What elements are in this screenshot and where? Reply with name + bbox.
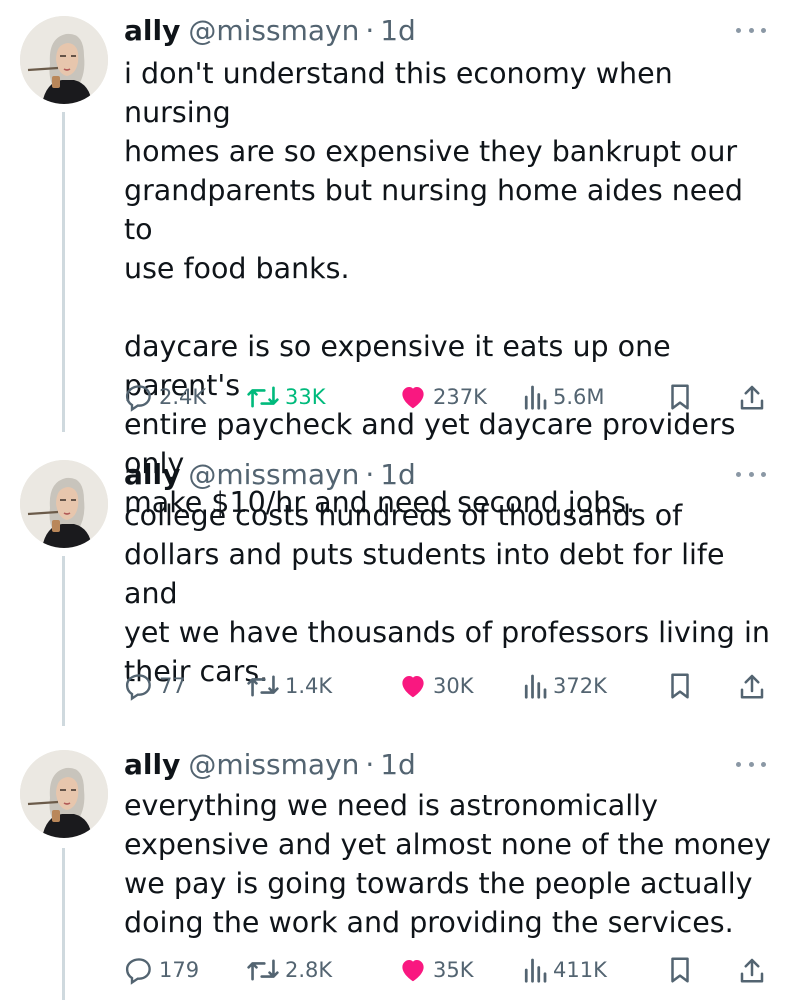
tweet[interactable]: ally @missmayn · 1d college costs hundre… [0,454,788,724]
share-button[interactable] [738,950,766,990]
views-count: 411K [553,958,607,982]
retweet-button[interactable]: 2.8K [246,950,332,990]
tweet-text: college costs hundreds of thousands of d… [124,499,770,688]
action-bar: 77 1.4K 30K 372K [124,666,774,706]
bookmark-button[interactable] [667,377,693,417]
like-count: 35K [433,958,474,982]
retweet-count: 1.4K [285,674,333,698]
share-icon [740,385,764,410]
like-button[interactable]: 30K [398,666,474,706]
action-bar: 2.4K 33K 237K 5.6M [124,377,774,417]
author-handle[interactable]: @missmayn [188,748,359,781]
avatar-photo [20,460,108,548]
retweet-button[interactable]: 33K [246,377,326,417]
views-icon [524,385,547,410]
retweet-count: 33K [285,385,326,409]
separator: · [365,458,375,491]
views-button[interactable]: 5.6M [522,377,605,417]
author-name[interactable]: ally [124,748,180,781]
reply-icon [125,385,151,412]
avatar-photo [20,750,108,838]
heart-icon [402,676,424,698]
separator: · [365,748,375,781]
tweet-header: ally @missmayn · 1d [124,14,416,54]
avatar[interactable] [20,460,108,548]
author-name[interactable]: ally [124,14,180,47]
views-button[interactable]: 411K [522,950,607,990]
avatar[interactable] [20,16,108,104]
tweet[interactable]: ally @missmayn · 1d everything we need i… [0,744,788,1000]
share-button[interactable] [738,666,766,706]
views-count: 372K [553,674,607,698]
timestamp[interactable]: 1d [380,748,416,781]
heart-icon [402,387,424,409]
author-handle[interactable]: @missmayn [188,458,359,491]
tweet-text: everything we need is astronomically exp… [124,789,771,939]
reply-button[interactable]: 77 [124,666,186,706]
like-count: 237K [433,385,487,409]
share-button[interactable] [738,377,766,417]
reply-icon [125,958,151,985]
like-count: 30K [433,674,474,698]
avatar[interactable] [20,750,108,838]
retweet-count: 2.8K [285,958,333,982]
bookmark-button[interactable] [667,666,693,706]
reply-icon [125,674,151,701]
views-icon [524,674,547,699]
action-bar: 179 2.8K 35K 411K [124,950,774,990]
author-handle[interactable]: @missmayn [188,14,359,47]
separator: · [365,14,375,47]
share-icon [740,674,764,699]
more-icon[interactable] [736,28,766,38]
timestamp[interactable]: 1d [380,14,416,47]
reply-button[interactable]: 2.4K [124,377,206,417]
bookmark-button[interactable] [667,950,693,990]
more-icon[interactable] [736,472,766,482]
tweet-header: ally @missmayn · 1d [124,748,416,788]
tweet-header: ally @missmayn · 1d [124,458,416,498]
reply-count: 179 [159,958,200,982]
share-icon [740,958,764,983]
bookmark-icon [671,957,689,983]
tweet-text: i don't understand this economy when nur… [124,57,743,519]
views-button[interactable]: 372K [522,666,607,706]
like-button[interactable]: 35K [398,950,474,990]
retweet-button[interactable]: 1.4K [246,666,332,706]
reply-count: 77 [159,674,186,698]
retweet-icon [247,675,279,697]
author-name[interactable]: ally [124,458,180,491]
tweet[interactable]: ally @missmayn · 1d i don't understand t… [0,10,788,519]
bookmark-icon [671,384,689,410]
timestamp[interactable]: 1d [380,458,416,491]
more-icon[interactable] [736,762,766,772]
like-button[interactable]: 237K [398,377,487,417]
bookmark-icon [671,673,689,699]
views-icon [524,958,547,983]
retweet-icon [247,959,279,981]
avatar-photo [20,16,108,104]
reply-count: 2.4K [159,385,207,409]
reply-button[interactable]: 179 [124,950,199,990]
views-count: 5.6M [553,385,605,409]
heart-icon [402,960,424,982]
retweet-icon [247,386,279,408]
